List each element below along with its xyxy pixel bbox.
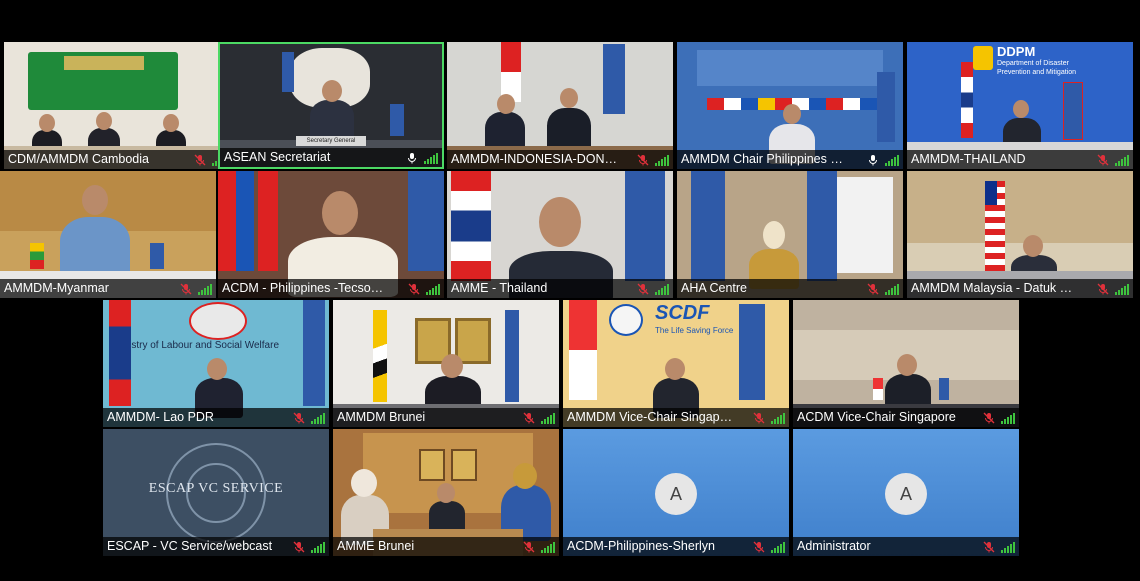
mic-muted-icon (753, 541, 765, 553)
ddpm-subtitle-line2: Prevention and Mitigation (997, 69, 1076, 76)
participant-nameplate: AMME - Thailand (447, 279, 673, 298)
mic-muted-icon (408, 283, 420, 295)
mic-muted-icon (293, 541, 305, 553)
video-tile-administrator[interactable]: A Administrator (793, 429, 1019, 556)
participant-nameplate: AMMDM Chair Philippines Usec... (677, 150, 903, 169)
participant-nameplate: AMMDM Vice-Chair Singapore (563, 408, 789, 427)
participant-nameplate: ACDM Vice-Chair Singapore (793, 408, 1019, 427)
participant-nameplate: AMMDM Malaysia - Datuk Dr A... (907, 279, 1133, 298)
participant-nameplate: AMMDM-Myanmar (0, 279, 216, 298)
participant-nameplate: AMMDM Brunei (333, 408, 559, 427)
ddpm-subtitle-line1: Department of Disaster (997, 60, 1069, 67)
mic-muted-icon (637, 154, 649, 166)
participant-nameplate: ACDM - Philippines -Tecson Jo... (218, 279, 444, 298)
signal-strength-icon (198, 283, 212, 295)
signal-strength-icon (1001, 412, 1015, 424)
video-tile-asean-secretariat[interactable]: Secretary General ASEAN Secretariat (218, 42, 444, 169)
video-tile-malaysia[interactable]: AMMDM Malaysia - Datuk Dr A... (907, 171, 1133, 298)
mic-muted-icon (867, 283, 879, 295)
video-tile-lao-pdr[interactable]: Ministry of Labour and Social Welfare AM… (103, 300, 329, 427)
video-tile-philippines-chair[interactable]: AMMDM Chair Philippines Usec... (677, 42, 903, 169)
mic-muted-icon (523, 412, 535, 424)
participant-nameplate: ACDM-Philippines-Sherlyn (563, 537, 789, 556)
video-tile-thailand[interactable]: DDPM Department of Disaster Prevention a… (907, 42, 1133, 169)
mic-muted-icon (983, 412, 995, 424)
scdf-tagline: The Life Saving Force (655, 326, 734, 335)
mic-muted-icon (180, 283, 192, 295)
mic-muted-icon (1097, 154, 1109, 166)
avatar: A (655, 473, 697, 515)
participant-nameplate: ESCAP - VC Service/webcast (103, 537, 329, 556)
participant-nameplate: Administrator (793, 537, 1019, 556)
signal-strength-icon (771, 412, 785, 424)
participant-nameplate: AMMDM-INDONESIA-DONI MO... (447, 150, 673, 169)
mic-on-icon (408, 153, 416, 164)
video-tile-acdm-singapore[interactable]: ACDM Vice-Chair Singapore (793, 300, 1019, 427)
signal-strength-icon (424, 152, 438, 164)
signal-strength-icon (1001, 541, 1015, 553)
signal-strength-icon (771, 541, 785, 553)
video-tile-escap[interactable]: ESCAP VC SERVICE ESCAP - VC Service/webc… (103, 429, 329, 556)
participant-nameplate: AHA Centre (677, 279, 903, 298)
lao-ministry-banner: Ministry of Labour and Social Welfare (113, 340, 280, 351)
video-tile-amme-brunei[interactable]: AMME Brunei (333, 429, 559, 556)
mic-muted-icon (1097, 283, 1109, 295)
signal-strength-icon (426, 283, 440, 295)
mic-muted-icon (753, 412, 765, 424)
video-tile-amme-thailand[interactable]: AMME - Thailand (447, 171, 673, 298)
signal-strength-icon (311, 541, 325, 553)
participant-nameplate: CDM/AMMDM Cambodia (4, 150, 230, 169)
video-tile-philippines-tecson[interactable]: ACDM - Philippines -Tecson Jo... (218, 171, 444, 298)
signal-strength-icon (655, 154, 669, 166)
signal-strength-icon (541, 541, 555, 553)
signal-strength-icon (1115, 283, 1129, 295)
video-tile-indonesia[interactable]: AMMDM-INDONESIA-DONI MO... (447, 42, 673, 169)
video-tile-aha-centre[interactable]: AHA Centre (677, 171, 903, 298)
avatar: A (885, 473, 927, 515)
signal-strength-icon (1115, 154, 1129, 166)
signal-strength-icon (885, 154, 899, 166)
participant-nameplate: AMMDM-THAILAND (907, 150, 1133, 169)
mic-muted-icon (637, 283, 649, 295)
participant-nameplate: ASEAN Secretariat (220, 148, 442, 167)
signal-strength-icon (885, 283, 899, 295)
mic-muted-icon (293, 412, 305, 424)
video-tile-cambodia[interactable]: CDM/AMMDM Cambodia (4, 42, 230, 169)
signal-strength-icon (541, 412, 555, 424)
escap-banner-text: ESCAP VC SERVICE (148, 481, 284, 496)
mic-on-icon (869, 155, 877, 166)
participant-nameplate: AMME Brunei (333, 537, 559, 556)
video-tile-myanmar[interactable]: AMMDM-Myanmar (0, 171, 216, 298)
mic-muted-icon (194, 154, 206, 166)
mic-muted-icon (983, 541, 995, 553)
ddpm-logo-text: DDPM (997, 44, 1036, 59)
video-tile-acdm-philippines-sherlyn[interactable]: A ACDM-Philippines-Sherlyn (563, 429, 789, 556)
signal-strength-icon (655, 283, 669, 295)
scdf-logo-text: SCDF (655, 302, 710, 324)
signal-strength-icon (311, 412, 325, 424)
mic-muted-icon (523, 541, 535, 553)
video-tile-brunei[interactable]: AMMDM Brunei (333, 300, 559, 427)
participant-nameplate: AMMDM- Lao PDR (103, 408, 329, 427)
desk-nameplate: Secretary General (296, 136, 366, 146)
video-tile-singapore-vice-chair[interactable]: SCDF The Life Saving Force AMMDM Vice-Ch… (563, 300, 789, 427)
